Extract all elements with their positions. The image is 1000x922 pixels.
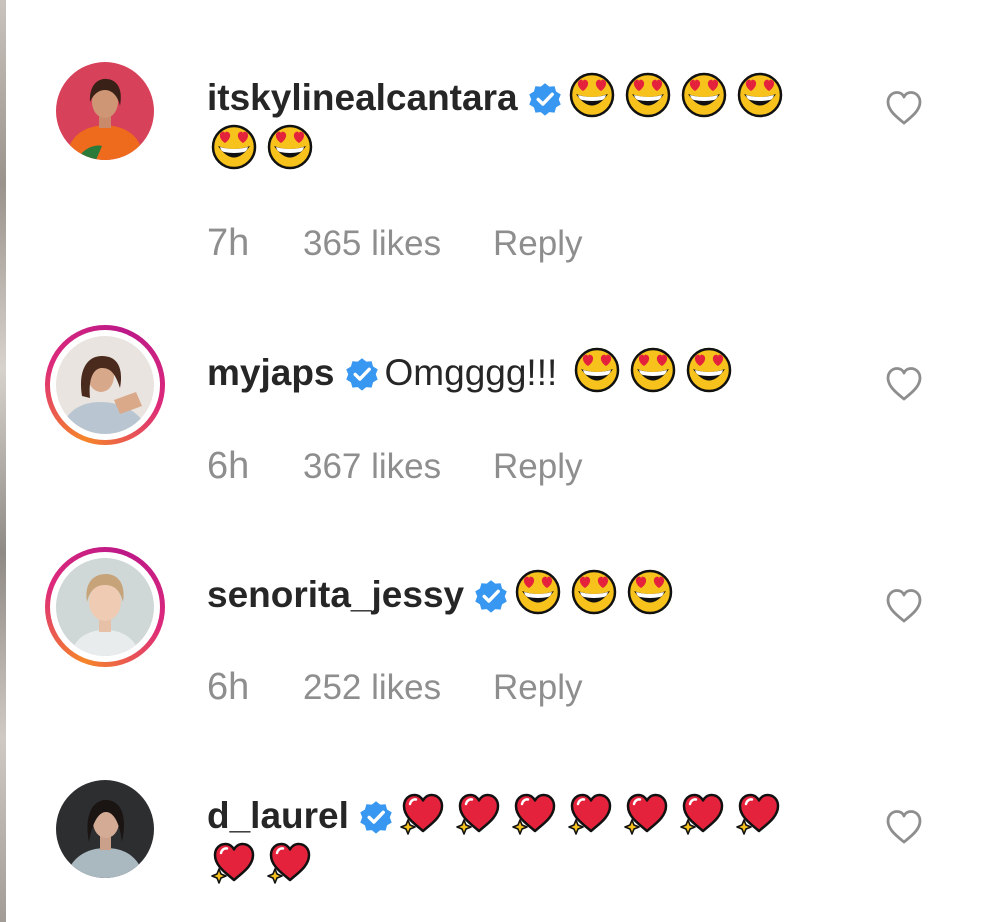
sparkling-heart-emoji-icon [400,793,444,835]
verified-badge-icon [475,580,507,613]
like-count[interactable]: 252 likes [303,668,493,708]
verified-badge-icon [360,801,392,834]
username[interactable]: senorita_jessy [207,574,464,615]
comment-text: Omgggg!!! [384,352,558,393]
heart-eyes-emoji-icon [211,124,257,170]
background-edge [0,0,6,922]
sparkling-heart-emoji-icon [568,793,612,835]
comment-timestamp[interactable]: 6h [207,666,303,709]
avatar[interactable] [56,780,154,878]
heart-eyes-emoji-icon [631,347,676,393]
sparkling-heart-emoji-icon [267,842,311,884]
avatar[interactable] [45,325,165,445]
reply-button[interactable]: Reply [493,668,582,708]
sparkling-heart-emoji-icon [624,793,668,835]
heart-eyes-emoji-icon [627,569,673,615]
verified-badge-icon [345,358,378,391]
heart-eyes-emoji-icon [515,569,561,615]
sparkling-heart-emoji-icon [512,793,556,835]
reply-button[interactable]: Reply [493,224,582,264]
avatar[interactable] [56,62,154,160]
heart-eyes-emoji-icon [681,72,726,118]
verified-badge-icon [528,83,561,116]
sparkling-heart-emoji-icon [680,793,724,835]
reply-button[interactable]: Reply [493,447,582,487]
heart-eyes-emoji-icon [625,72,670,118]
like-heart-icon[interactable] [884,364,924,404]
sparkling-heart-emoji-icon [736,793,780,835]
like-heart-icon[interactable] [884,807,924,847]
comment-timestamp[interactable]: 7h [207,222,303,265]
username[interactable]: myjaps [207,352,335,393]
like-heart-icon[interactable] [884,88,924,128]
avatar[interactable] [45,547,165,667]
heart-eyes-emoji-icon [569,72,614,118]
heart-eyes-emoji-icon [571,569,617,615]
like-count[interactable]: 367 likes [303,447,493,487]
sparkling-heart-emoji-icon [456,793,500,835]
like-heart-icon[interactable] [884,586,924,626]
username[interactable]: itskylinealcantara [207,77,518,118]
heart-eyes-emoji-icon [575,347,620,393]
heart-eyes-emoji-icon [737,72,782,118]
sparkling-heart-emoji-icon [211,842,255,884]
comment-timestamp[interactable]: 6h [207,445,303,488]
username[interactable]: d_laurel [207,795,349,836]
like-count[interactable]: 365 likes [303,224,493,264]
heart-eyes-emoji-icon [687,347,732,393]
heart-eyes-emoji-icon [267,124,313,170]
